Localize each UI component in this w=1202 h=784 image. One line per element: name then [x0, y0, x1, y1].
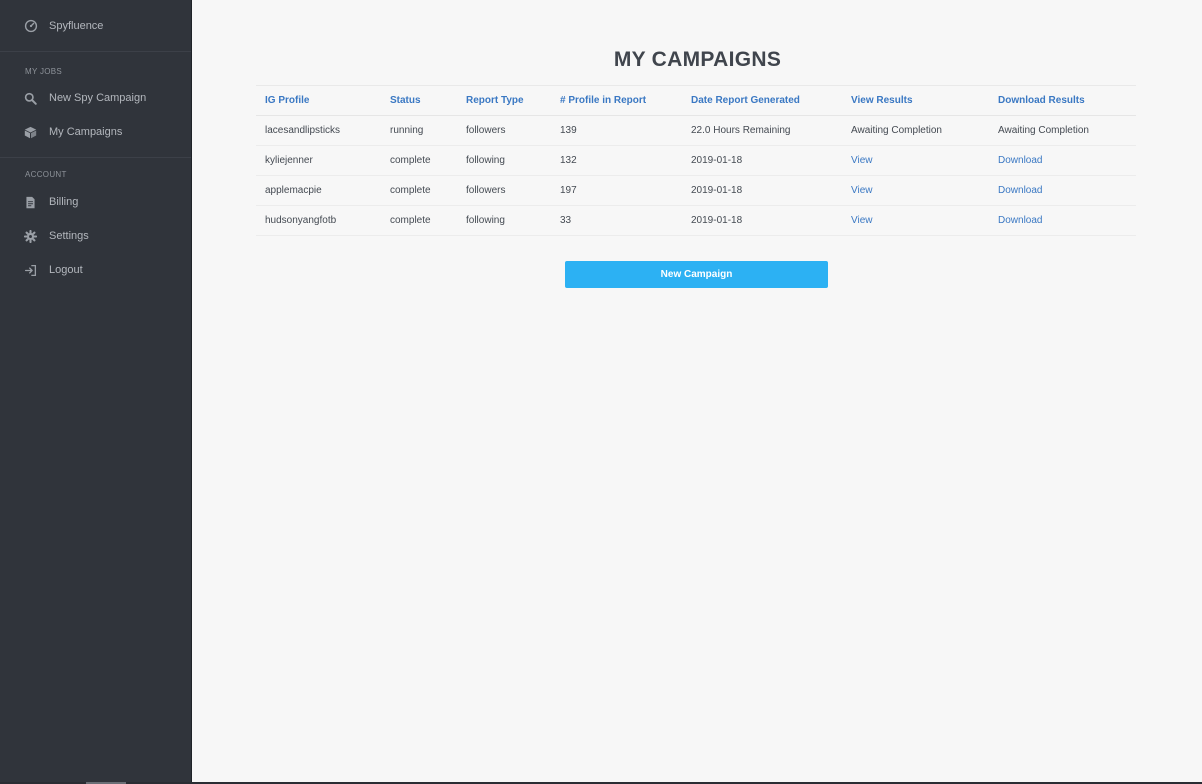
view-results-link[interactable]: View: [851, 185, 873, 196]
search-icon: [24, 92, 37, 105]
column-header-date-generated[interactable]: Date Report Generated: [682, 85, 842, 116]
table-row: lacesandlipsticks running followers 139 …: [256, 115, 1136, 146]
view-results-link[interactable]: View: [851, 215, 873, 226]
column-header-profile-count[interactable]: # Profile in Report: [551, 85, 682, 116]
column-header-report-type[interactable]: Report Type: [457, 85, 551, 116]
cell-date-generated: 22.0 Hours Remaining: [682, 115, 842, 146]
cell-report-type: following: [457, 145, 551, 176]
cell-profile-count: 132: [551, 145, 682, 176]
table-row: kyliejenner complete following 132 2019-…: [256, 145, 1136, 176]
new-campaign-button[interactable]: New Campaign: [565, 261, 828, 288]
sidebar-item-logout[interactable]: Logout: [0, 253, 191, 287]
main-content: MY CAMPAIGNS IG Profile Status Report Ty…: [193, 0, 1202, 782]
campaigns-table: IG Profile Status Report Type # Profile …: [256, 85, 1136, 236]
sidebar-item-label: Billing: [49, 196, 79, 208]
cell-date-generated: 2019-01-18: [682, 205, 842, 236]
brand-link[interactable]: Spyfluence: [0, 0, 191, 52]
cell-ig-profile: applemacpie: [256, 175, 381, 206]
section-label-my-jobs: MY JOBS: [25, 67, 63, 76]
cell-download-results: Download: [989, 145, 1136, 176]
table-row: hudsonyangfotb complete following 33 201…: [256, 205, 1136, 236]
cell-download-results: Download: [989, 205, 1136, 236]
column-header-view-results[interactable]: View Results: [842, 85, 989, 116]
cell-status: complete: [381, 175, 457, 206]
sidebar-item-label: New Spy Campaign: [49, 92, 147, 104]
sidebar: Spyfluence MY JOBS New Spy Campaign My C…: [0, 0, 192, 784]
cell-status: complete: [381, 205, 457, 236]
sidebar-item-new-spy-campaign[interactable]: New Spy Campaign: [0, 81, 191, 115]
cell-ig-profile: lacesandlipsticks: [256, 115, 381, 146]
sidebar-item-billing[interactable]: Billing: [0, 185, 191, 219]
brand-name: Spyfluence: [49, 19, 104, 32]
cell-profile-count: 33: [551, 205, 682, 236]
page-title: MY CAMPAIGNS: [613, 48, 782, 71]
column-header-ig-profile[interactable]: IG Profile: [256, 85, 381, 116]
cell-status: complete: [381, 145, 457, 176]
gear-icon: [24, 229, 37, 243]
cell-view-results: View: [842, 205, 989, 236]
sidebar-item-label: Logout: [49, 264, 83, 276]
cell-view-results: View: [842, 145, 989, 176]
cell-report-type: followers: [457, 115, 551, 146]
logout-icon: [24, 264, 37, 276]
sidebar-item-my-campaigns[interactable]: My Campaigns: [0, 115, 191, 149]
sidebar-item-label: Settings: [49, 230, 89, 242]
column-header-status[interactable]: Status: [381, 85, 457, 116]
table-header-row: IG Profile Status Report Type # Profile …: [256, 85, 1136, 116]
view-results-link[interactable]: View: [851, 155, 873, 166]
sidebar-item-label: My Campaigns: [49, 126, 123, 138]
cell-download-results: Awaiting Completion: [989, 115, 1136, 146]
cell-view-results: Awaiting Completion: [842, 115, 989, 146]
download-results-link[interactable]: Download: [998, 215, 1042, 226]
cell-report-type: following: [457, 205, 551, 236]
cell-date-generated: 2019-01-18: [682, 145, 842, 176]
cell-profile-count: 197: [551, 175, 682, 206]
cube-icon: [24, 126, 37, 138]
cell-view-results: View: [842, 175, 989, 206]
cell-report-type: followers: [457, 175, 551, 206]
table-row: applemacpie complete followers 197 2019-…: [256, 175, 1136, 206]
document-icon: [26, 196, 35, 208]
column-header-download-results[interactable]: Download Results: [989, 85, 1136, 116]
download-results-link[interactable]: Download: [998, 185, 1042, 196]
download-results-link[interactable]: Download: [998, 155, 1042, 166]
sidebar-item-settings[interactable]: Settings: [0, 219, 191, 253]
cell-profile-count: 139: [551, 115, 682, 146]
cell-ig-profile: hudsonyangfotb: [256, 205, 381, 236]
cell-ig-profile: kyliejenner: [256, 145, 381, 176]
cell-status: running: [381, 115, 457, 146]
section-label-account: ACCOUNT: [25, 170, 67, 179]
cell-download-results: Download: [989, 175, 1136, 206]
dashboard-icon: [24, 19, 38, 32]
cell-date-generated: 2019-01-18: [682, 175, 842, 206]
